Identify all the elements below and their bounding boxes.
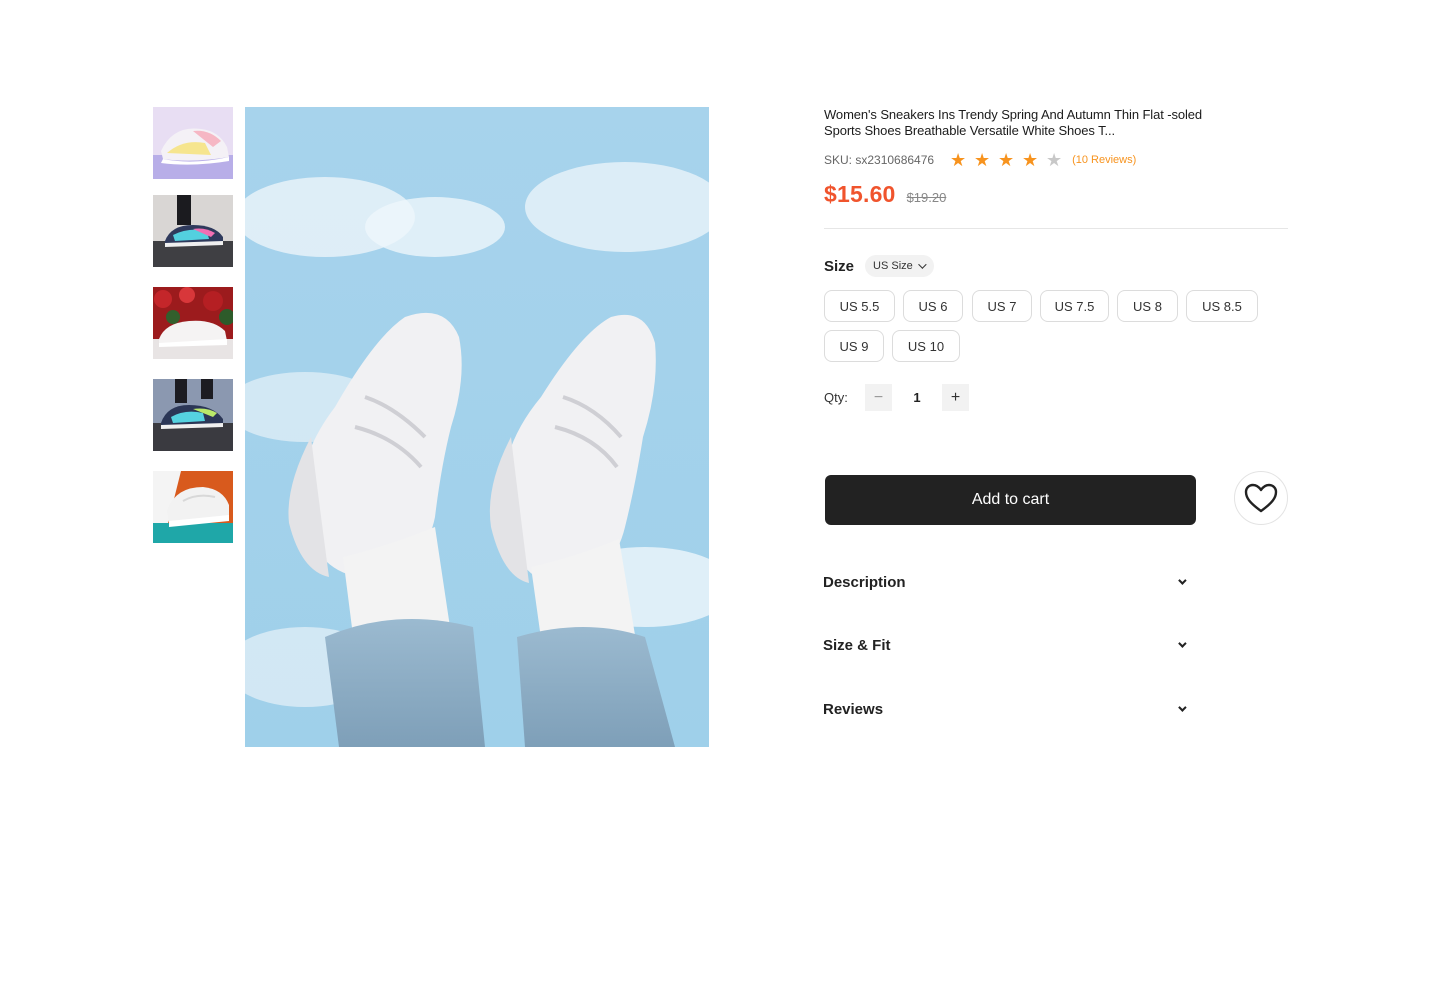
size-unit-value: US Size [873,260,913,272]
rating-stars: ★ ★ ★ ★ ★ [946,151,1066,169]
quantity-stepper: Qty: − + [824,384,969,411]
quantity-decrease-button[interactable]: − [865,384,892,411]
sku-rating-row: SKU: sx2310686476 ★ ★ ★ ★ ★ (10 Reviews) [824,151,1136,169]
product-title: Women's Sneakers Ins Trendy Spring And A… [824,107,1203,138]
thumbnail-image-colorful-sneaker-street [153,379,233,451]
size-option-us-7[interactable]: US 7 [972,290,1032,322]
quantity-input[interactable] [892,384,942,411]
product-sku: SKU: sx2310686476 [824,153,935,167]
size-unit-select[interactable]: US Size [865,255,934,277]
thumbnail-1[interactable] [153,107,233,179]
chevron-down-icon [1178,639,1187,648]
thumbnail-5[interactable] [153,471,233,543]
main-product-image[interactable] [245,107,709,747]
main-image-white-sneakers-sky [245,107,709,747]
reviews-count-link[interactable]: (10 Reviews) [1072,154,1136,166]
thumbnail-image-white-sneaker-roses [153,287,233,359]
thumbnail-3[interactable] [153,287,233,359]
chevron-down-icon [1178,703,1187,712]
add-to-cart-button[interactable]: Add to cart [825,475,1196,525]
size-option-us-7-5[interactable]: US 7.5 [1040,290,1109,322]
accordion-label: Reviews [823,700,884,718]
size-header: Size US Size [824,255,934,277]
thumbnail-image-colorful-sneaker [153,195,233,267]
size-option-us-6[interactable]: US 6 [903,290,963,322]
size-label: Size [824,257,855,275]
chevron-down-icon [917,260,927,269]
star-icon: ★ [974,150,991,170]
size-option-us-8[interactable]: US 8 [1117,290,1178,322]
heart-icon [1244,483,1278,513]
size-option-us-10[interactable]: US 10 [892,330,960,362]
wishlist-button[interactable] [1234,471,1288,525]
thumbnail-4[interactable] [153,379,233,451]
star-icon: ★ [1046,150,1063,170]
accordion-size-fit[interactable]: Size & Fit [823,633,1188,657]
thumbnail-image-white-sneaker-orange [153,471,233,543]
size-option-us-8-5[interactable]: US 8.5 [1186,290,1258,322]
thumbnail-image-pastel-sneaker [153,107,233,179]
price-row: $15.60 $19.20 [824,181,946,208]
divider [824,228,1288,229]
accordion-label: Description [823,573,906,591]
star-icon: ★ [1022,150,1039,170]
size-option-us-9[interactable]: US 9 [824,330,884,362]
accordion-description[interactable]: Description [823,570,1188,594]
current-price: $15.60 [824,181,896,207]
accordion-reviews[interactable]: Reviews [823,697,1188,721]
quantity-increase-button[interactable]: + [942,384,969,411]
star-icon: ★ [950,150,967,170]
chevron-down-icon [1178,576,1187,585]
quantity-label: Qty: [824,390,848,405]
accordion-label: Size & Fit [823,636,891,654]
product-info: Women's Sneakers Ins Trendy Spring And A… [824,107,1288,525]
thumbnail-2[interactable] [153,195,233,267]
original-price: $19.20 [906,190,947,205]
star-icon: ★ [998,150,1015,170]
size-option-us-5-5[interactable]: US 5.5 [824,290,895,322]
